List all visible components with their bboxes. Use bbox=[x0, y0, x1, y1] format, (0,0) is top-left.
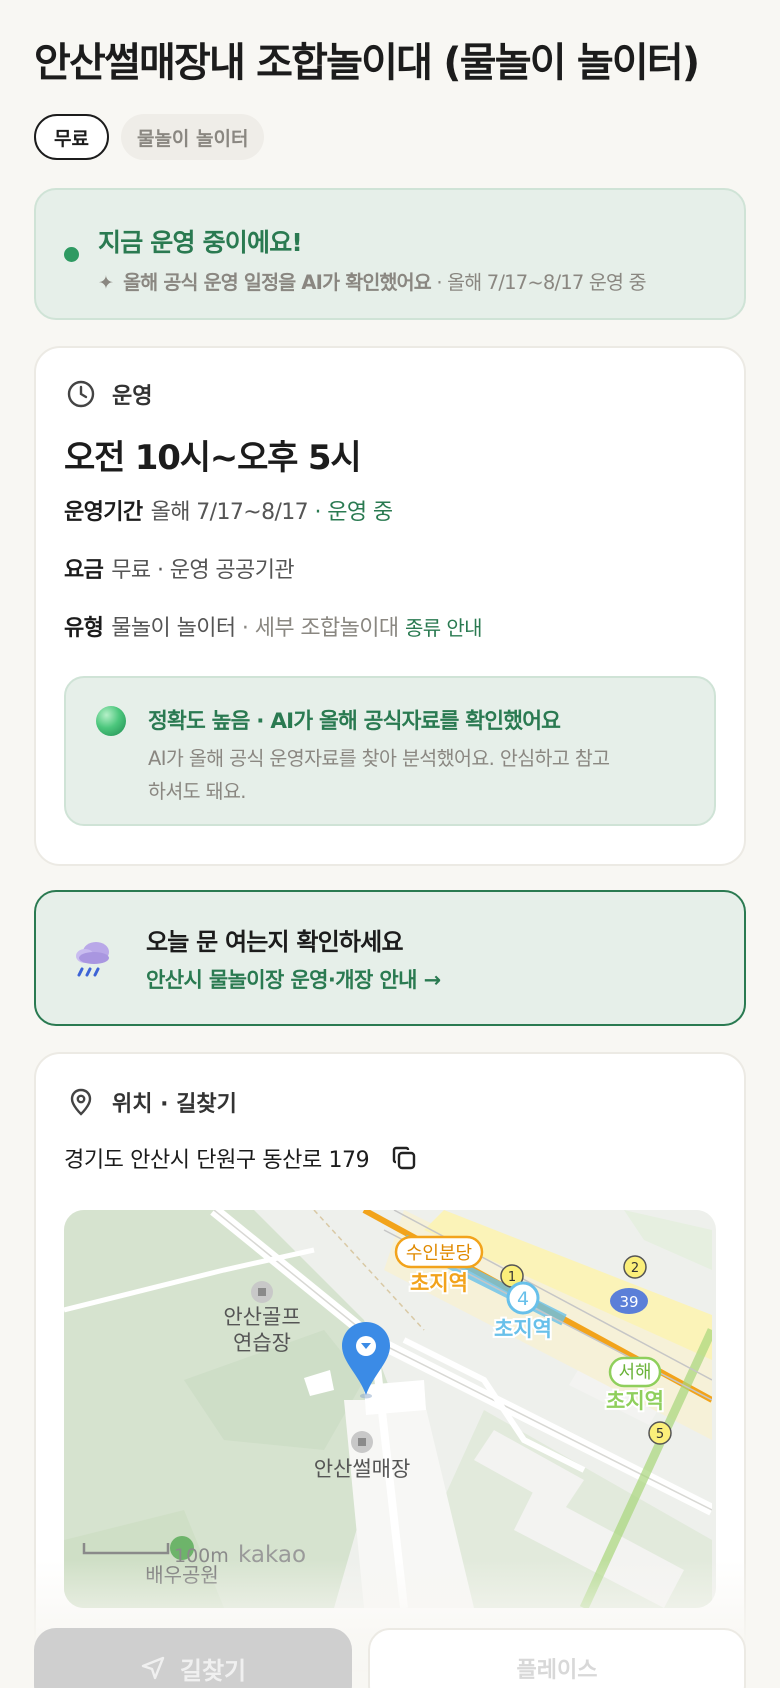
location-pin-icon bbox=[70, 1088, 92, 1116]
accuracy-title: 정확도 높음 · AI가 올해 공식자료를 확인했어요 bbox=[148, 709, 561, 734]
directions-button-label: 길찾기 bbox=[179, 1656, 247, 1685]
type-value: 물놀이 놀이터 bbox=[111, 616, 236, 641]
address-row: 경기도 안산시 단원구 동산로 179 bbox=[64, 1142, 417, 1174]
open-check-banner[interactable]: 오늘 문 여는지 확인하세요 안산시 물놀이장 운영·개장 안내 → bbox=[34, 890, 746, 1026]
status-sub-rest: · 올해 7/17~8/17 운영 중 bbox=[430, 271, 646, 294]
type-guide-link[interactable]: 종류 안내 bbox=[405, 616, 483, 640]
tag-chips: 무료 물놀이 놀이터 bbox=[34, 114, 746, 160]
chip-type[interactable]: 물놀이 놀이터 bbox=[120, 114, 265, 160]
fee-row: 요금 무료 · 운영 공공기관 bbox=[64, 552, 295, 584]
type-label: 유형 bbox=[64, 616, 104, 641]
operating-hours: 오전 10시~오후 5시 bbox=[64, 438, 362, 478]
station-line4-name: 초지역 bbox=[494, 1317, 552, 1341]
fee-label: 요금 bbox=[64, 558, 104, 583]
address-text: 경기도 안산시 단원구 동산로 179 bbox=[64, 1148, 370, 1173]
exit-2: 2 bbox=[631, 1261, 639, 1276]
navigation-arrow-icon bbox=[141, 1656, 165, 1680]
map-brand: kakao bbox=[238, 1542, 306, 1568]
route-39-badge: 39 bbox=[619, 1293, 638, 1311]
open-check-link[interactable]: 안산시 물놀이장 운영·개장 안내 → bbox=[146, 964, 441, 994]
status-sub-bold: 올해 공식 운영 일정을 AI가 확인했어요 bbox=[123, 271, 432, 294]
station-suin-name: 초지역 bbox=[410, 1271, 468, 1295]
type-detail: · 세부 조합놀이대 bbox=[235, 616, 405, 641]
action-buttons: 길찾기 플레이스 bbox=[34, 1628, 746, 1688]
accuracy-box: 정확도 높음 · AI가 올해 공식자료를 확인했어요 AI가 올해 공식 운영… bbox=[64, 676, 716, 826]
accuracy-description: AI가 올해 공식 운영자료를 찾아 분석했어요. 안심하고 참고하셔도 돼요. bbox=[148, 747, 610, 803]
sparkle-icon: ✦ bbox=[98, 272, 114, 294]
operation-header: 운영 bbox=[66, 378, 152, 410]
period-status: · 운영 중 bbox=[308, 500, 393, 525]
open-check-title: 오늘 문 여는지 확인하세요 bbox=[146, 928, 404, 956]
exit-5: 5 bbox=[656, 1427, 664, 1442]
directions-button[interactable]: 길찾기 bbox=[34, 1628, 352, 1688]
station-seohae-line: 서해 bbox=[618, 1362, 651, 1383]
page-title: 안산썰매장내 조합놀이대 (물놀이 놀이터) bbox=[34, 40, 700, 86]
poi-golf-line2: 연습장 bbox=[233, 1331, 291, 1355]
accuracy-orb-icon bbox=[96, 706, 126, 736]
place-button-label: 플레이스 bbox=[516, 1658, 598, 1683]
chip-free[interactable]: 무료 bbox=[34, 114, 109, 160]
location-header-label: 위치 · 길찾기 bbox=[112, 1092, 237, 1117]
station-suin-line: 수인분당 bbox=[406, 1243, 472, 1264]
status-dot-icon bbox=[64, 247, 79, 262]
place-button[interactable]: 플레이스 bbox=[368, 1628, 746, 1688]
location-header: 위치 · 길찾기 bbox=[66, 1086, 237, 1118]
map-scale: 100m bbox=[174, 1545, 229, 1567]
operation-header-label: 운영 bbox=[112, 384, 153, 409]
location-card: 위치 · 길찾기 경기도 안산시 단원구 동산로 179 안산골프 연습장 안산… bbox=[34, 1052, 746, 1672]
exit-1: 1 bbox=[508, 1270, 516, 1285]
operating-status-card: 지금 운영 중이에요! ✦ 올해 공식 운영 일정을 AI가 확인했어요 · 올해… bbox=[34, 188, 746, 320]
operation-card: 운영 오전 10시~오후 5시 운영기간 올해 7/17~8/17 · 운영 중 … bbox=[34, 346, 746, 866]
period-value: 올해 7/17~8/17 bbox=[150, 500, 309, 525]
line-4-badge: 4 bbox=[517, 1288, 529, 1310]
station-seohae-name: 초지역 bbox=[606, 1389, 664, 1413]
clock-icon bbox=[67, 380, 95, 408]
poi-golf-line1: 안산골프 bbox=[223, 1305, 300, 1329]
copy-icon[interactable] bbox=[391, 1145, 417, 1171]
type-row: 유형 물놀이 놀이터 · 세부 조합놀이대 종류 안내 bbox=[64, 610, 483, 642]
status-subtitle: ✦ 올해 공식 운영 일정을 AI가 확인했어요 · 올해 7/17~8/17 운… bbox=[98, 266, 647, 295]
poi-sled: 안산썰매장 bbox=[314, 1457, 411, 1481]
status-title: 지금 운영 중이에요! bbox=[98, 228, 303, 257]
map-view[interactable]: 안산골프 연습장 안산썰매장 수인분당 초지역 1 4 초지역 2 39 서해 … bbox=[64, 1210, 716, 1608]
fee-value: 무료 · 운영 공공기관 bbox=[111, 558, 294, 583]
map-canvas[interactable]: 안산골프 연습장 안산썰매장 수인분당 초지역 1 4 초지역 2 39 서해 … bbox=[64, 1210, 712, 1608]
rain-cloud-icon bbox=[76, 942, 109, 977]
operation-period-row: 운영기간 올해 7/17~8/17 · 운영 중 bbox=[64, 494, 393, 526]
period-label: 운영기간 bbox=[64, 500, 143, 525]
